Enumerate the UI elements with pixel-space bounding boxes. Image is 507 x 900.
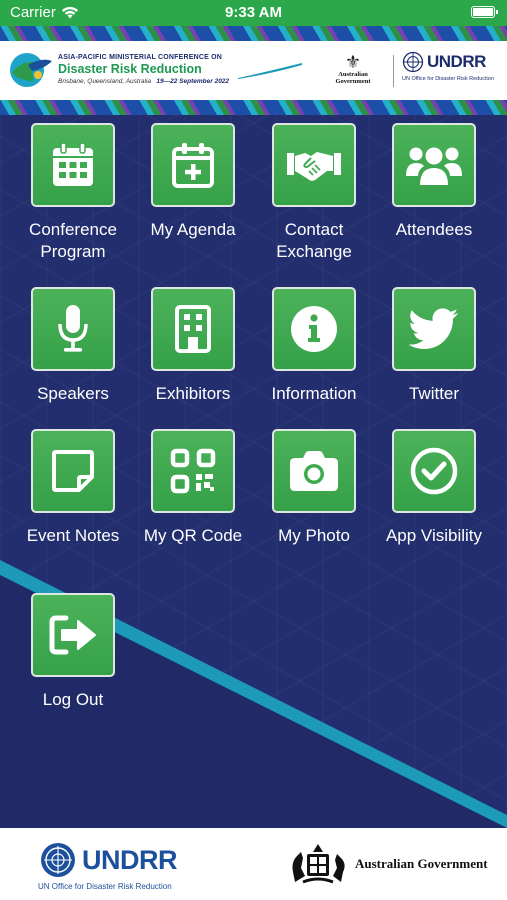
conference-banner: ASIA-PACIFIC MINISTERIAL CONFERENCE ON D… xyxy=(0,41,507,100)
coat-of-arms-icon: ⚜ xyxy=(344,52,362,72)
my-photo-button[interactable] xyxy=(272,429,356,513)
conference-program-button[interactable] xyxy=(31,123,115,207)
banner-pattern-bottom xyxy=(0,100,507,115)
information-button[interactable] xyxy=(272,287,356,371)
status-bar: Carrier 9:33 AM xyxy=(0,0,507,26)
conference-dates: 19—22 September 2022 xyxy=(156,78,230,85)
footer-australian-government-logo: Australian Government xyxy=(287,842,488,886)
building-icon xyxy=(175,305,211,353)
twitter-label: Twitter xyxy=(408,384,460,403)
un-emblem-icon xyxy=(402,51,424,73)
contact-exchange-button[interactable] xyxy=(272,123,356,207)
users-icon xyxy=(406,147,462,185)
conference-logo-icon xyxy=(10,53,52,87)
footer-undrr-subtitle: UN Office for Disaster Risk Reduction xyxy=(38,882,172,891)
speakers-button[interactable] xyxy=(31,287,115,371)
my-agenda-label: My Agenda xyxy=(150,220,236,239)
battery-icon xyxy=(471,6,498,18)
my-photo-label: My Photo xyxy=(278,526,350,545)
logo-divider xyxy=(393,55,394,87)
calendar-icon xyxy=(53,142,93,186)
un-emblem-icon xyxy=(41,843,75,877)
conference-title: Disaster Risk Reduction xyxy=(58,62,202,76)
footer-logos: UNDRR UN Office for Disaster Risk Reduct… xyxy=(0,828,507,900)
my-qr-code-label: My QR Code xyxy=(143,526,243,545)
sticky-note-icon xyxy=(52,450,94,492)
footer-undrr-name: UNDRR xyxy=(82,844,178,875)
log-out-button[interactable] xyxy=(31,593,115,677)
twitter-icon xyxy=(409,308,459,349)
undrr-logo: UNDRR UN Office for Disaster Risk Reduct… xyxy=(402,51,502,82)
app-visibility-label: App Visibility xyxy=(385,526,483,545)
menu-grid-area: Conference Program My Agenda Contact Exc… xyxy=(0,115,507,828)
check-circle-icon xyxy=(410,447,458,495)
exhibitors-label: Exhibitors xyxy=(155,384,231,403)
footer-undrr-logo: UNDRR UN Office for Disaster Risk Reduct… xyxy=(38,840,178,891)
attendees-label: Attendees xyxy=(395,220,473,239)
my-qr-code-button[interactable] xyxy=(151,429,235,513)
logout-icon xyxy=(49,615,96,655)
clock: 9:33 AM xyxy=(225,4,282,21)
coat-of-arms-icon xyxy=(292,844,345,884)
conference-location-dates: Brisbane, Queensland, Australia 19—22 Se… xyxy=(58,78,229,85)
swoosh-decoration xyxy=(238,63,302,79)
event-notes-button[interactable] xyxy=(31,429,115,513)
event-notes-label: Event Notes xyxy=(26,526,120,545)
exhibitors-button[interactable] xyxy=(151,287,235,371)
conference-subtitle: ASIA-PACIFIC MINISTERIAL CONFERENCE ON xyxy=(58,54,223,61)
undrr-subtitle: UN Office for Disaster Risk Reduction xyxy=(402,76,494,82)
speakers-label: Speakers xyxy=(37,384,109,403)
attendees-button[interactable] xyxy=(392,123,476,207)
microphone-icon xyxy=(58,305,88,352)
log-out-label: Log Out xyxy=(42,690,104,709)
conference-location: Brisbane, Queensland, Australia xyxy=(58,78,151,85)
contact-exchange-label: Contact Exchange xyxy=(276,220,352,261)
my-agenda-button[interactable] xyxy=(151,123,235,207)
undrr-name: UNDRR xyxy=(427,52,486,71)
twitter-button[interactable] xyxy=(392,287,476,371)
banner-pattern-top xyxy=(0,26,507,41)
calendar-plus-icon xyxy=(172,143,214,188)
information-label: Information xyxy=(271,384,357,403)
conference-title-block: ASIA-PACIFIC MINISTERIAL CONFERENCE ON D… xyxy=(58,54,229,85)
info-icon xyxy=(291,306,337,352)
gov-label: Australian Government xyxy=(335,71,371,85)
conference-program-label: Conference Program xyxy=(29,220,117,261)
handshake-icon xyxy=(287,152,341,181)
qr-code-icon xyxy=(170,448,216,494)
camera-icon xyxy=(290,451,338,491)
footer-gov-label: Australian Government xyxy=(355,856,488,871)
app-visibility-button[interactable] xyxy=(392,429,476,513)
australian-government-logo: ⚜ Australian Government xyxy=(322,53,384,85)
